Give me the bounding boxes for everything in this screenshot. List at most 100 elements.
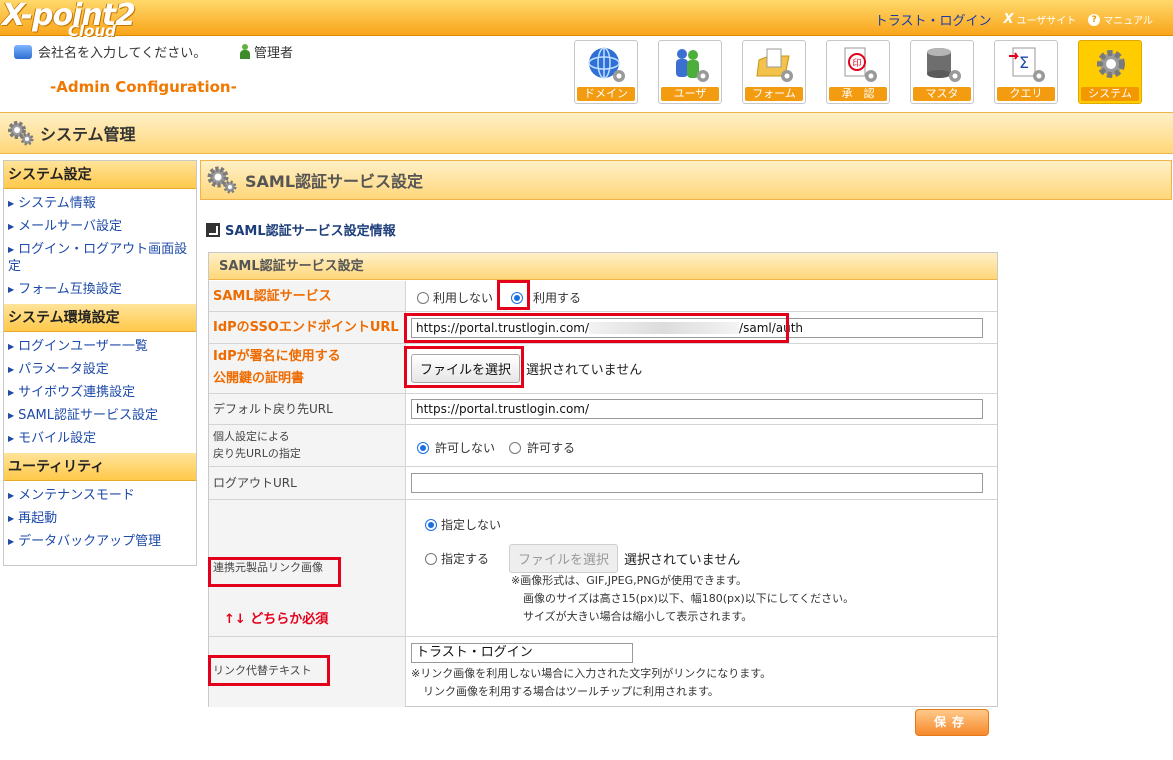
sidebar-item-label: フォーム互換設定 bbox=[18, 282, 122, 297]
sidebar-item-mobile[interactable]: ▶ モバイル設定 bbox=[4, 427, 196, 450]
sidebar-item-label: システム情報 bbox=[18, 196, 96, 211]
database-icon bbox=[927, 48, 961, 82]
logout-url-label: ログアウトURL bbox=[213, 476, 297, 490]
sidebar-group-system-env: ▶ ログインユーザー一覧 ▶ パラメータ設定 ▶ サイボウズ連携設定 ▶ SAML認証サ… bbox=[4, 332, 196, 453]
nav-approval-label: 承 認 bbox=[829, 87, 887, 101]
link-text-note-1: ※リンク画像を利用しない場合に入力された文字列がリンクになります。 bbox=[411, 667, 772, 680]
arrow-right-icon: ▶ bbox=[8, 514, 15, 523]
nav-form-label: フォーム bbox=[745, 87, 803, 101]
sidebar-item-parameters[interactable]: ▶ パラメータ設定 bbox=[4, 358, 196, 381]
default-return-url-input[interactable]: https://portal.trustlogin.com/ bbox=[411, 399, 983, 419]
gear-icon bbox=[8, 121, 34, 146]
link-image-note-2: 画像のサイズは高さ15(px)以下、幅180(px)以下にしてください。 bbox=[523, 592, 855, 605]
admin-user-label: 管理者 bbox=[254, 46, 294, 61]
arrow-right-icon: ▶ bbox=[8, 411, 15, 420]
personal-return-label-2: 戻り先URLの指定 bbox=[213, 447, 301, 460]
idp-cert-label-1: IdPが署名に使用する bbox=[213, 349, 341, 364]
sidebar-section-system-env: システム環境設定 bbox=[4, 304, 196, 332]
sidebar-item-system-info[interactable]: ▶ システム情報 bbox=[4, 192, 196, 215]
nav-approval[interactable]: 印 承 認 bbox=[826, 40, 890, 104]
idp-sso-label: IdPのSSOエンドポイントURL bbox=[213, 320, 399, 335]
saml-service-label: SAML認証サービス bbox=[213, 289, 332, 304]
gear-icon bbox=[207, 166, 237, 194]
saml-service-off-radio[interactable] bbox=[417, 291, 429, 304]
arrow-right-icon: ▶ bbox=[8, 388, 15, 397]
link-image-note-3: サイズが大きい場合は縮小して表示されます。 bbox=[523, 610, 753, 623]
arrow-right-icon: ▶ bbox=[8, 342, 15, 351]
row-value-cell: https://portal.trustlogin.com/ bbox=[407, 394, 997, 424]
link-image-file-status: 選択されていません bbox=[624, 553, 741, 568]
row-default-return: デフォルト戻り先URL https://portal.trustlogin.co… bbox=[209, 394, 997, 425]
nav-master[interactable]: マスタ bbox=[910, 40, 974, 104]
globe-icon bbox=[588, 47, 625, 82]
nav-query-label: クエリ bbox=[997, 87, 1055, 101]
idp-cert-file-status: 選択されていません bbox=[526, 363, 643, 378]
link-image-none-radio[interactable] bbox=[425, 518, 437, 531]
logout-url-input[interactable] bbox=[411, 473, 983, 493]
row-value-cell: トラスト・ログイン ※リンク画像を利用しない場合に入力された文字列がリンクになり… bbox=[407, 637, 997, 707]
row-value-cell: 利用しない 利用する bbox=[407, 281, 997, 311]
sidebar-item-maintenance[interactable]: ▶ メンテナンスモード bbox=[4, 484, 196, 507]
users-icon bbox=[676, 49, 709, 82]
page-title-bar: システム管理 bbox=[0, 112, 1173, 154]
user-icon bbox=[240, 44, 250, 59]
sidebar-item-form-compat[interactable]: ▶ フォーム互換設定 bbox=[4, 278, 196, 301]
top-links: トラスト・ログイン X ユーザサイト ? マニュアル bbox=[875, 10, 1153, 29]
sidebar-item-backup[interactable]: ▶ データバックアップ管理 bbox=[4, 530, 196, 553]
sidebar-item-restart[interactable]: ▶ 再起動 bbox=[4, 507, 196, 530]
sidebar-item-label: モバイル設定 bbox=[18, 431, 97, 446]
row-label-cell: 個人設定による 戻り先URLの指定 bbox=[209, 425, 406, 466]
manual-label: マニュアル bbox=[1103, 16, 1153, 27]
nav-system[interactable]: システム bbox=[1078, 40, 1142, 104]
company-icon bbox=[14, 44, 32, 59]
link-image-note-1: ※画像形式は、GIF,JPEG,PNGが使用できます。 bbox=[511, 574, 747, 587]
sidebar-item-label: SAML認証サービス設定 bbox=[18, 408, 159, 423]
personal-return-deny-label: 許可しない bbox=[435, 441, 496, 455]
link-image-file-button[interactable]: ファイルを選択 bbox=[509, 544, 619, 573]
nav-form[interactable]: フォーム bbox=[742, 40, 806, 104]
sidebar-item-login-users[interactable]: ▶ ログインユーザー一覧 bbox=[4, 335, 196, 358]
link-text-input[interactable]: トラスト・ログイン bbox=[411, 643, 633, 663]
sidebar-item-label: メールサーバ設定 bbox=[18, 219, 123, 234]
heading-arrow-icon bbox=[206, 222, 220, 237]
row-label-cell: IdPのSSOエンドポイントURL bbox=[209, 312, 406, 343]
sidebar-section-system-settings: システム設定 bbox=[4, 161, 196, 189]
personal-return-deny-radio[interactable] bbox=[417, 441, 429, 454]
arrow-right-icon: ▶ bbox=[8, 537, 15, 546]
link-image-specify-radio[interactable] bbox=[425, 552, 437, 565]
sidebar-item-login-logout-screen[interactable]: ▶ ログイン・ログアウト画面設定 bbox=[4, 238, 196, 278]
sidebar-group-system-settings: ▶ システム情報 ▶ メールサーバ設定 ▶ ログイン・ログアウト画面設定 ▶ フォーム互… bbox=[4, 189, 196, 304]
saml-service-on-label: 利用する bbox=[533, 291, 582, 305]
manual-link[interactable]: ? マニュアル bbox=[1088, 12, 1153, 27]
required-either-note: ↑↓ どちらか必須 bbox=[224, 612, 329, 627]
admin-configuration-label: -Admin Configuration- bbox=[50, 78, 237, 96]
sidebar-group-utility: ▶ メンテナンスモード ▶ 再起動 ▶ データバックアップ管理 bbox=[4, 481, 196, 556]
link-image-none-label: 指定しない bbox=[441, 518, 502, 532]
row-label-cell: ログアウトURL bbox=[209, 467, 406, 499]
row-personal-return: 個人設定による 戻り先URLの指定 許可しない 許可する bbox=[209, 425, 997, 467]
approval-stamp-icon: 印 bbox=[844, 47, 877, 82]
svg-text:印: 印 bbox=[852, 57, 861, 69]
row-saml-service: SAML認証サービス 利用しない 利用する bbox=[209, 281, 997, 312]
nav-domain[interactable]: ドメイン bbox=[574, 40, 638, 104]
arrow-right-icon: ▶ bbox=[8, 491, 15, 500]
arrow-right-icon: ▶ bbox=[8, 285, 15, 294]
personal-return-allow-radio[interactable] bbox=[509, 441, 522, 454]
sidebar-item-saml[interactable]: ▶ SAML認証サービス設定 bbox=[4, 404, 196, 427]
sidebar-item-label: メンテナンスモード bbox=[18, 488, 135, 503]
row-value-cell: 指定しない 指定する ファイルを選択 選択されていません ※画像形式は、GIF,… bbox=[407, 500, 997, 636]
save-button[interactable]: 保存 bbox=[915, 709, 989, 736]
section-title: SAML認証サービス設定 bbox=[245, 172, 424, 191]
sidebar-item-mail-server[interactable]: ▶ メールサーバ設定 bbox=[4, 215, 196, 238]
annotation-box-saml-on bbox=[497, 280, 530, 310]
nav-query[interactable]: Σ クエリ bbox=[994, 40, 1058, 104]
top-bar: X-point2 Cloud トラスト・ログイン X ユーザサイト ? マニュア… bbox=[0, 0, 1173, 40]
user-site-link[interactable]: X ユーザサイト bbox=[1003, 12, 1076, 27]
sidebar-item-cybozu[interactable]: ▶ サイボウズ連携設定 bbox=[4, 381, 196, 404]
trust-login-link[interactable]: トラスト・ログイン bbox=[875, 10, 992, 29]
row-value-cell: 許可しない 許可する bbox=[407, 425, 997, 466]
link-text-note-2: リンク画像を利用する場合はツールチップに利用されます。 bbox=[423, 685, 719, 698]
nav-user[interactable]: ユーザ bbox=[658, 40, 722, 104]
row-logout-url: ログアウトURL bbox=[209, 467, 997, 500]
arrow-right-icon: ▶ bbox=[8, 199, 15, 208]
